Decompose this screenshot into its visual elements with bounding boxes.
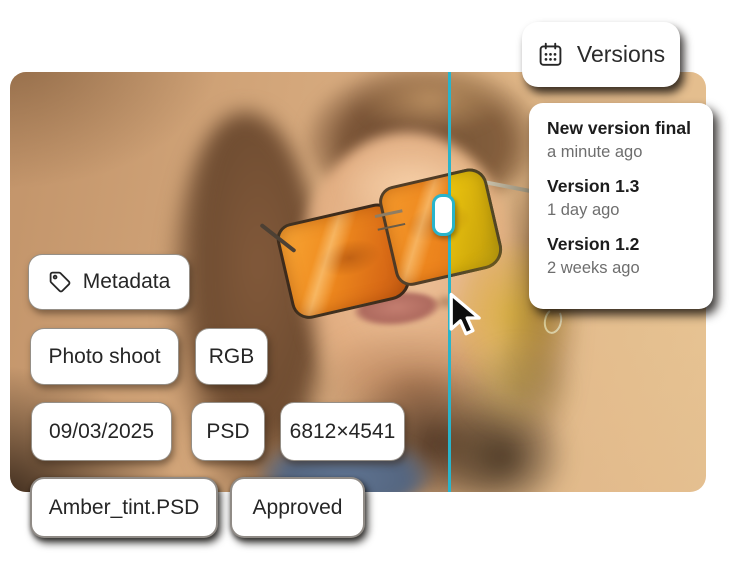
version-entry[interactable]: Version 1.3 1 day ago [547,175,713,221]
tag-chip-status[interactable]: Approved [230,477,365,538]
metadata-button-label: Metadata [83,270,171,294]
version-entry[interactable]: Version 1.2 2 weeks ago [547,233,713,279]
metadata-button[interactable]: Metadata [28,254,190,310]
compare-slider-handle[interactable] [432,194,455,236]
cursor-arrow-icon [447,292,485,338]
version-entry[interactable]: New version final a minute ago [547,117,713,163]
versions-button[interactable]: Versions [522,22,680,87]
tag-chip-date[interactable]: 09/03/2025 [31,402,172,461]
version-time: 1 day ago [547,199,713,221]
tag-chip-color-mode[interactable]: RGB [195,328,268,385]
tag-icon [48,270,72,294]
version-time: a minute ago [547,141,713,163]
tag-chip-file-type[interactable]: PSD [191,402,265,461]
version-name: Version 1.3 [547,175,713,197]
versions-panel: New version final a minute ago Version 1… [529,103,713,309]
compare-divider-line [448,72,451,492]
version-time: 2 weeks ago [547,257,713,279]
version-name: New version final [547,117,713,139]
version-name: Version 1.2 [547,233,713,255]
calendar-icon [537,41,564,68]
after-cheek-glow-dark [461,340,573,435]
versions-button-label: Versions [577,41,665,68]
tag-chip-filename[interactable]: Amber_tint.PSD [30,477,218,538]
tag-chip-dimensions[interactable]: 6812×4541 [280,402,405,461]
tag-chip-photo-shoot[interactable]: Photo shoot [30,328,179,385]
